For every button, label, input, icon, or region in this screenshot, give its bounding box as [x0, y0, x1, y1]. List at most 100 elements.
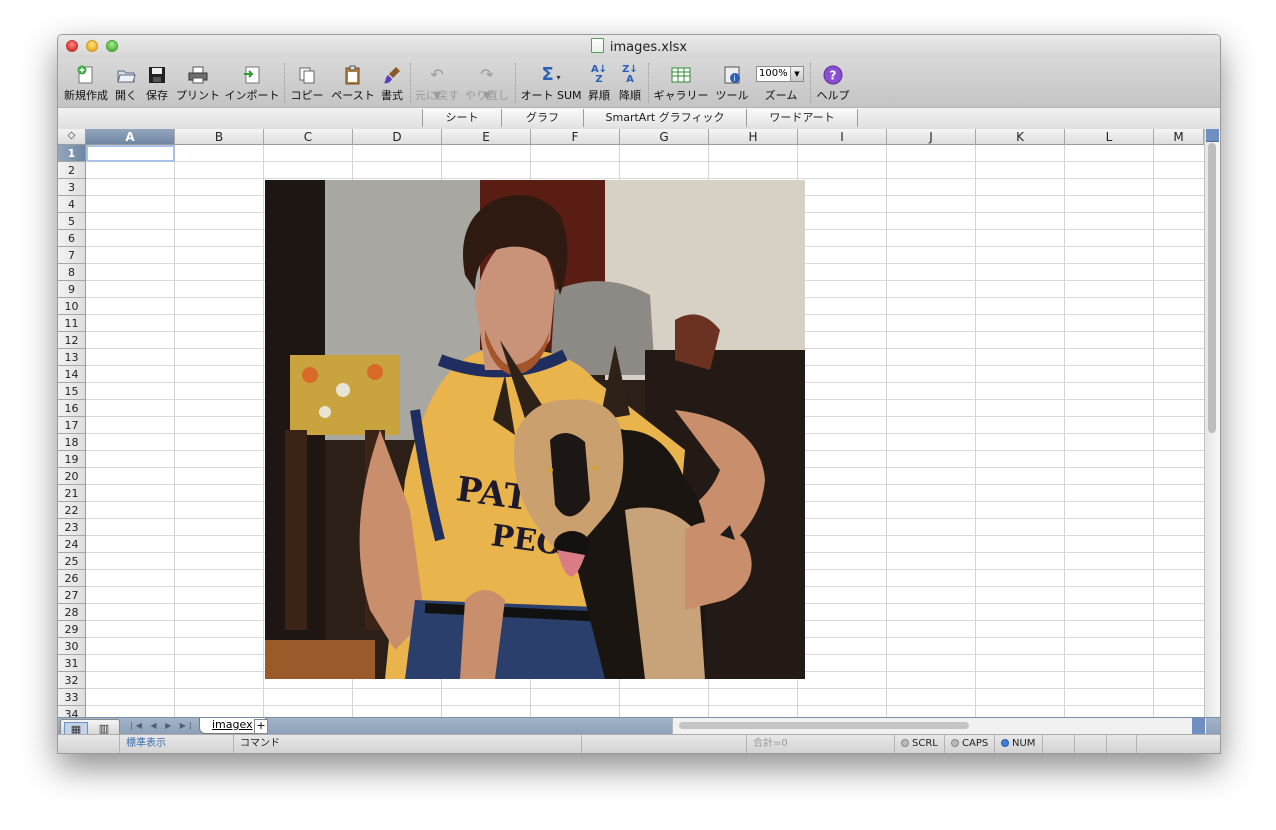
row-header-7[interactable]: 7 [58, 247, 86, 264]
column-header-k[interactable]: K [976, 129, 1065, 145]
row-header-14[interactable]: 14 [58, 366, 86, 383]
sheet-tab-bar: ▦ ▥ |◀ ◀ ▶ ▶| imagex + [58, 717, 1220, 739]
row-header-33[interactable]: 33 [58, 689, 86, 706]
active-cell-a1[interactable] [86, 145, 175, 162]
row-header-28[interactable]: 28 [58, 604, 86, 621]
ribbon-tab-wordart[interactable]: ワードアート [746, 109, 858, 127]
row-header-9[interactable]: 9 [58, 281, 86, 298]
row-header-5[interactable]: 5 [58, 213, 86, 230]
column-header-b[interactable]: B [175, 129, 264, 145]
row-header-27[interactable]: 27 [58, 587, 86, 604]
print-button-label: プリント [176, 89, 220, 102]
redo-button[interactable]: ↷ ▾ やり直し [464, 61, 510, 107]
row-header-11[interactable]: 11 [58, 315, 86, 332]
row-header-3[interactable]: 3 [58, 179, 86, 196]
row-header-17[interactable]: 17 [58, 417, 86, 434]
row-header-29[interactable]: 29 [58, 621, 86, 638]
column-headers: ABCDEFGHIJKLM [86, 129, 1204, 145]
column-header-d[interactable]: D [353, 129, 442, 145]
new-button[interactable]: 新規作成 [63, 61, 109, 107]
column-header-a[interactable]: A [86, 129, 175, 145]
row-header-8[interactable]: 8 [58, 264, 86, 281]
autosum-button[interactable]: Σ ▾ オート SUM [520, 61, 582, 107]
gallery-button[interactable]: ギャラリー [653, 61, 709, 107]
column-header-f[interactable]: F [531, 129, 620, 145]
print-button[interactable]: プリント [174, 61, 222, 107]
row-header-21[interactable]: 21 [58, 485, 86, 502]
column-header-h[interactable]: H [709, 129, 798, 145]
row-header-19[interactable]: 19 [58, 451, 86, 468]
row-header-32[interactable]: 32 [58, 672, 86, 689]
spreadsheet-area: ◇ ABCDEFGHIJKLM 1 2 3 4 5 6 7 8 9 10 11 12 13 14 15 16 1… [58, 129, 1220, 717]
row-header-25[interactable]: 25 [58, 553, 86, 570]
zoom-select[interactable]: 100% ▼ [756, 66, 804, 82]
zoom-control[interactable]: 100% ▼ ズーム [756, 61, 806, 107]
format-button[interactable]: 書式 [379, 61, 405, 107]
row-header-13[interactable]: 13 [58, 349, 86, 366]
select-all-corner[interactable]: ◇ [58, 129, 86, 145]
ribbon-tab-smartart[interactable]: SmartArt グラフィック [583, 109, 747, 127]
tools-button[interactable]: i ツール [714, 61, 750, 107]
row-header-24[interactable]: 24 [58, 536, 86, 553]
toolbar-separator [810, 63, 811, 103]
num-lock-light-icon [1001, 739, 1009, 747]
column-header-g[interactable]: G [620, 129, 709, 145]
row-header-18[interactable]: 18 [58, 434, 86, 451]
column-header-i[interactable]: I [798, 129, 887, 145]
row-header-26[interactable]: 26 [58, 570, 86, 587]
ribbon-tab-sheet[interactable]: シート [422, 109, 502, 127]
save-button[interactable]: 保存 [143, 61, 171, 107]
split-pane-handle-horizontal[interactable] [1192, 718, 1205, 734]
row-header-20[interactable]: 20 [58, 468, 86, 485]
row-header-6[interactable]: 6 [58, 230, 86, 247]
add-sheet-button[interactable]: + [254, 719, 268, 734]
row-header-30[interactable]: 30 [58, 638, 86, 655]
column-header-l[interactable]: L [1065, 129, 1154, 145]
column-header-c[interactable]: C [264, 129, 353, 145]
resize-grip[interactable] [1137, 735, 1220, 753]
row-header-15[interactable]: 15 [58, 383, 86, 400]
row-header-16[interactable]: 16 [58, 400, 86, 417]
sheet-navigation-arrows[interactable]: |◀ ◀ ▶ ▶| [130, 719, 195, 733]
open-button[interactable]: 開く [113, 61, 139, 107]
chevron-down-icon[interactable]: ▼ [790, 67, 803, 81]
undo-arrow-icon: ↶ ▾ [430, 65, 444, 104]
paste-button[interactable]: ペースト [329, 61, 377, 107]
row-header-12[interactable]: 12 [58, 332, 86, 349]
inserted-photo-man-with-dog[interactable]: PAT PEO [265, 180, 805, 679]
sort-ascending-button[interactable]: A↓ Z 昇順 [585, 61, 613, 107]
column-header-m[interactable]: M [1154, 129, 1204, 145]
copy-button[interactable]: コピー [289, 61, 325, 107]
row-header-22[interactable]: 22 [58, 502, 86, 519]
sort-descending-button[interactable]: Z↓ A 降順 [616, 61, 644, 107]
import-button-label: インポート [224, 89, 280, 102]
row-header-4[interactable]: 4 [58, 196, 86, 213]
status-sum: 合計=0 [747, 735, 895, 753]
sort-ascending-label: 昇順 [588, 89, 610, 102]
row-header-1[interactable]: 1 [58, 145, 86, 162]
row-header-2[interactable]: 2 [58, 162, 86, 179]
column-header-j[interactable]: J [887, 129, 976, 145]
split-pane-handle[interactable] [1206, 129, 1219, 142]
help-button[interactable]: ? ヘルプ [815, 61, 851, 107]
row-header-34[interactable]: 34 [58, 706, 86, 717]
horizontal-scroll-thumb[interactable] [679, 722, 969, 729]
status-cell [1107, 735, 1137, 753]
horizontal-scrollbar[interactable] [672, 718, 1206, 734]
row-header-31[interactable]: 31 [58, 655, 86, 672]
toolbox-icon: i [721, 65, 743, 85]
caps-lock-light-icon [951, 739, 959, 747]
ribbon-tab-chart[interactable]: グラフ [501, 109, 584, 127]
column-header-e[interactable]: E [442, 129, 531, 145]
import-button[interactable]: インポート [223, 61, 281, 107]
toolbar-separator [648, 63, 649, 103]
row-header-23[interactable]: 23 [58, 519, 86, 536]
num-lock-label: NUM [1012, 738, 1036, 749]
undo-button[interactable]: ↶ ▾ 元に戻す [415, 61, 459, 107]
elements-ribbon: シート グラフ SmartArt グラフィック ワードアート [58, 107, 1220, 130]
vertical-scrollbar[interactable] [1204, 129, 1220, 717]
vertical-scroll-thumb[interactable] [1208, 143, 1216, 433]
paste-button-label: ペースト [331, 89, 375, 102]
row-header-10[interactable]: 10 [58, 298, 86, 315]
window-title: images.xlsx [58, 38, 1220, 55]
